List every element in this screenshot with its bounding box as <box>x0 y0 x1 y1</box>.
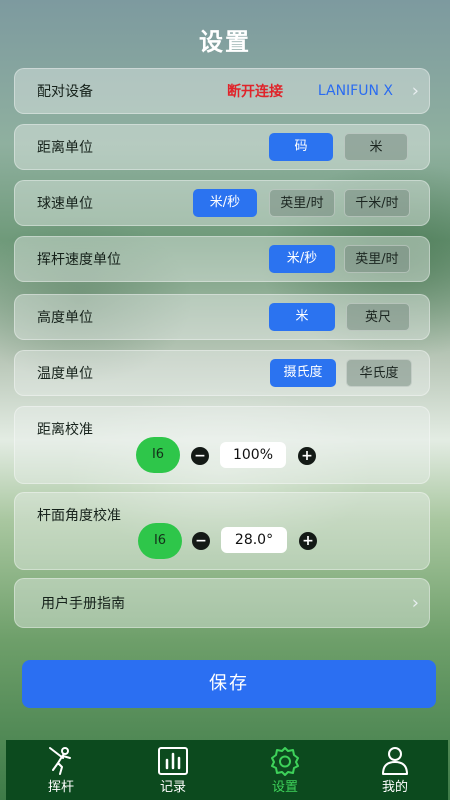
page-title: 设置 <box>199 28 251 56</box>
tab-profile-label: 我的 <box>381 780 408 795</box>
tab-swing[interactable]: 挥杆 <box>6 740 116 800</box>
user-icon <box>382 747 408 775</box>
temperature-unit-row: 温度单位 摄氏度 华氏度 <box>14 350 430 396</box>
distance-unit-yard-option[interactable]: 码 <box>269 133 333 161</box>
chevron-right-icon: › <box>411 592 419 614</box>
tab-records[interactable]: 记录 <box>118 740 228 800</box>
save-button[interactable]: 保存 <box>22 660 436 708</box>
temperature-unit-label: 温度单位 <box>37 366 93 382</box>
user-manual-row[interactable]: 用户手册指南 › <box>14 578 430 628</box>
distance-unit-row: 距离单位 码 米 <box>14 124 430 170</box>
distance-unit-label: 距离单位 <box>37 140 93 156</box>
face-angle-calibration-card: 杆面角度校准 I6 − 28.0° + <box>14 492 430 570</box>
height-unit-feet-option[interactable]: 英尺 <box>346 303 410 331</box>
gear-icon <box>271 747 299 776</box>
tab-settings-label: 设置 <box>271 780 298 795</box>
temperature-celsius-option[interactable]: 摄氏度 <box>270 359 336 387</box>
paired-device-label: 配对设备 <box>37 84 93 100</box>
chart-icon <box>158 747 188 775</box>
user-manual-label: 用户手册指南 <box>41 596 125 612</box>
height-unit-row: 高度单位 米 英尺 <box>14 294 430 340</box>
bottom-tab-bar: 挥杆 记录 设置 我的 <box>6 740 448 800</box>
tab-swing-label: 挥杆 <box>47 780 74 795</box>
swing-speed-mph-option[interactable]: 英里/时 <box>344 245 410 273</box>
temperature-fahrenheit-option[interactable]: 华氏度 <box>346 359 412 387</box>
decrease-button[interactable]: − <box>192 532 210 550</box>
decrease-button[interactable]: − <box>191 447 209 465</box>
face-angle-calibration-value[interactable]: 28.0° <box>221 527 287 553</box>
ball-speed-mph-option[interactable]: 英里/时 <box>269 189 335 217</box>
distance-calibration-card: 距离校准 I6 − 100% + <box>14 406 430 484</box>
distance-calibration-label: 距离校准 <box>37 422 93 438</box>
swing-speed-unit-row: 挥杆速度单位 米/秒 英里/时 <box>14 236 430 282</box>
device-name: LANIFUN X <box>317 83 393 99</box>
increase-button[interactable]: + <box>298 447 316 465</box>
distance-calibration-value[interactable]: 100% <box>220 442 286 468</box>
ball-speed-unit-row: 球速单位 米/秒 英里/时 千米/时 <box>14 180 430 226</box>
swing-speed-mps-option[interactable]: 米/秒 <box>269 245 335 273</box>
swing-speed-unit-label: 挥杆速度单位 <box>37 252 121 268</box>
tab-records-label: 记录 <box>159 780 186 795</box>
chevron-right-icon: › <box>411 80 419 102</box>
ball-speed-kph-option[interactable]: 千米/时 <box>344 189 410 217</box>
tab-profile[interactable]: 我的 <box>340 740 450 800</box>
golfer-icon <box>49 747 71 775</box>
paired-device-row[interactable]: 配对设备 断开连接 LANIFUN X › <box>14 68 430 114</box>
face-angle-calibration-label: 杆面角度校准 <box>37 508 121 524</box>
club-badge[interactable]: I6 <box>138 523 182 559</box>
disconnect-button[interactable]: 断开连接 <box>227 81 283 101</box>
height-unit-label: 高度单位 <box>37 310 93 326</box>
increase-button[interactable]: + <box>299 532 317 550</box>
ball-speed-unit-label: 球速单位 <box>37 196 93 212</box>
club-badge[interactable]: I6 <box>136 437 180 473</box>
ball-speed-mps-option[interactable]: 米/秒 <box>193 189 257 217</box>
height-unit-meter-option[interactable]: 米 <box>269 303 335 331</box>
tab-settings[interactable]: 设置 <box>230 740 340 800</box>
distance-unit-meter-option[interactable]: 米 <box>344 133 408 161</box>
